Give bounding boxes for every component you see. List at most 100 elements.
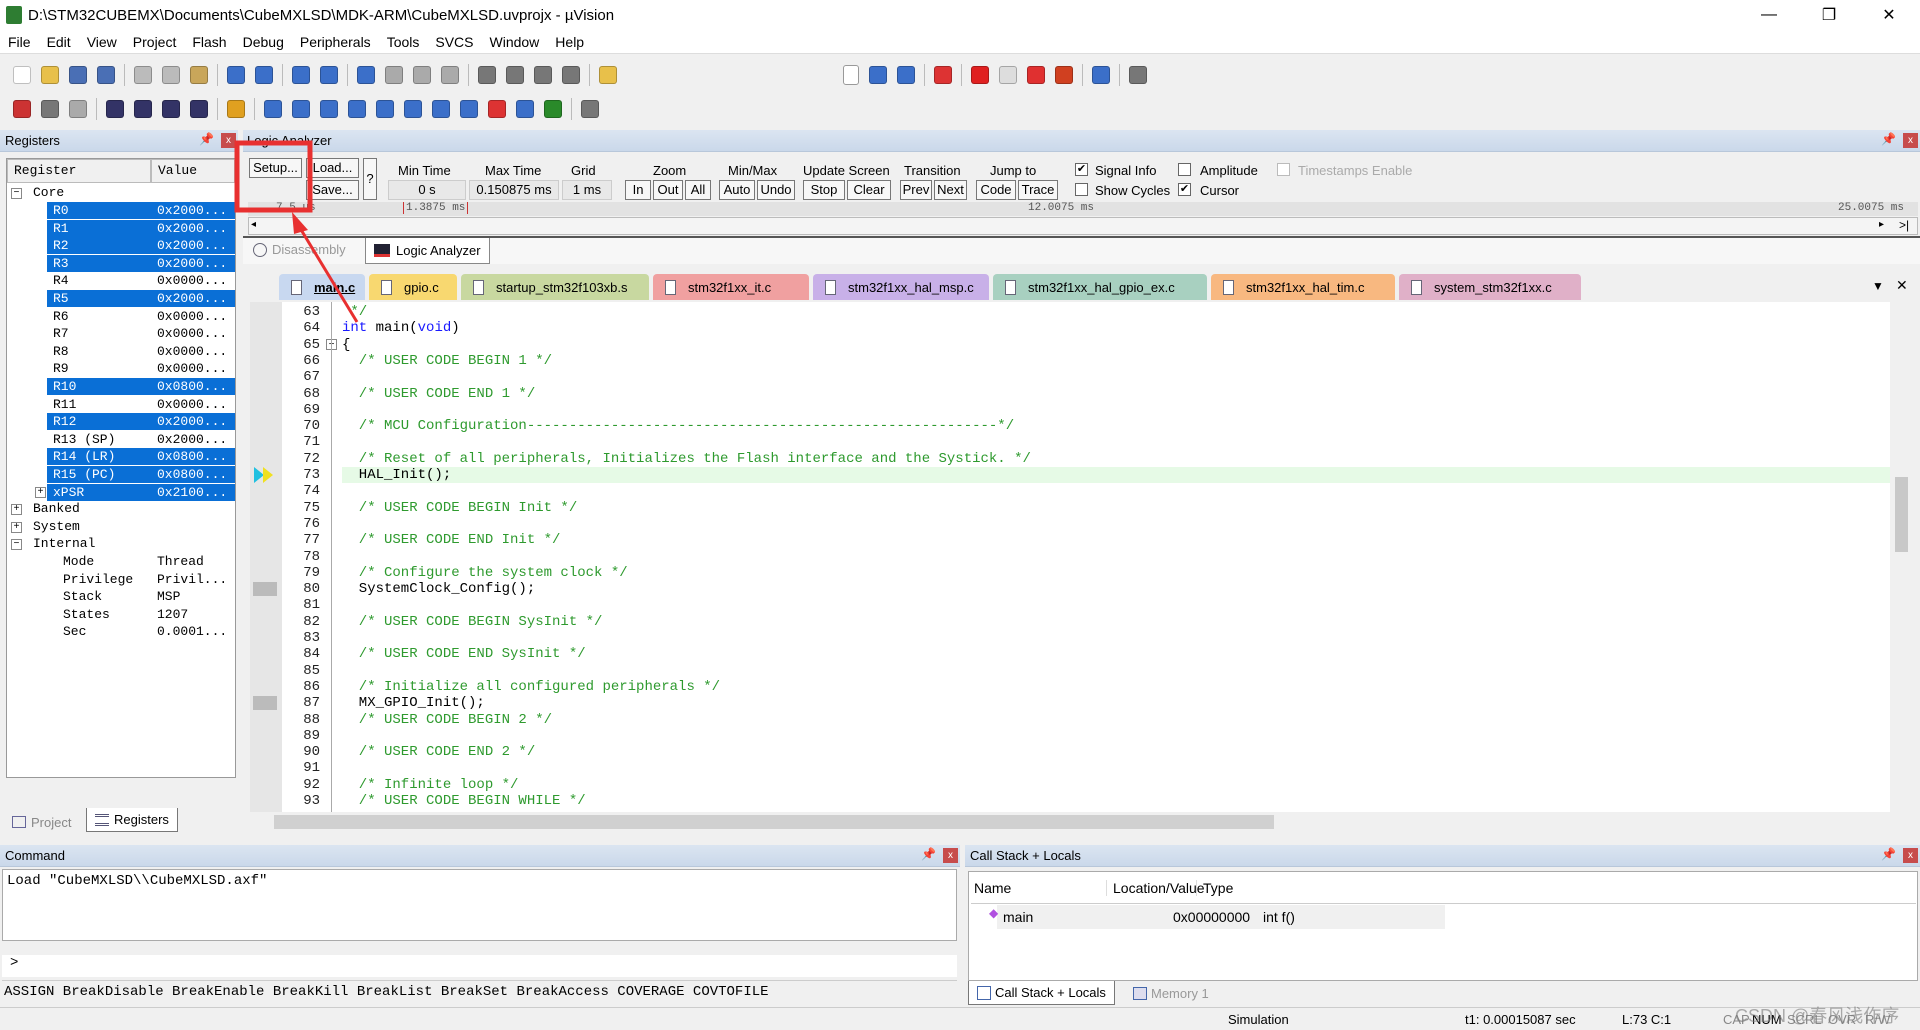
register-row[interactable]: R11 0x0000...: [47, 396, 235, 413]
kill-all-icon[interactable]: [1055, 66, 1073, 84]
step-icon[interactable]: [106, 100, 124, 118]
run-to-cursor-icon[interactable]: [190, 100, 208, 118]
save-icon[interactable]: [69, 66, 87, 84]
save-all-icon[interactable]: [97, 66, 115, 84]
prev-bookmark-icon[interactable]: [385, 66, 403, 84]
register-row[interactable]: xPSR 0x2100...: [47, 483, 235, 501]
code-line[interactable]: 75 /* USER CODE BEGIN Init */: [250, 500, 1890, 516]
tab-logic-analyzer[interactable]: Logic Analyzer: [365, 238, 490, 264]
close-icon[interactable]: x: [1903, 848, 1918, 863]
start-debug-icon[interactable]: [934, 66, 952, 84]
save-button[interactable]: Save...: [306, 180, 359, 200]
find-dropdown[interactable]: [843, 65, 859, 85]
code-line[interactable]: 78: [250, 549, 1890, 565]
code-line[interactable]: 76: [250, 516, 1890, 532]
editor-horizontal-scrollbar[interactable]: [250, 812, 1890, 832]
close-icon[interactable]: x: [1903, 133, 1918, 148]
trace-windows-icon[interactable]: [516, 100, 534, 118]
clear-bookmarks-icon[interactable]: [441, 66, 459, 84]
restore-button[interactable]: ❐: [1800, 0, 1858, 30]
register-group-banked[interactable]: Banked: [33, 501, 80, 516]
file-tab[interactable]: startup_stm32f103xb.s: [461, 274, 649, 300]
code-line[interactable]: 63 */: [250, 304, 1890, 320]
code-line[interactable]: 68 /* USER CODE END 1 */: [250, 386, 1890, 402]
code-line[interactable]: 92 /* Infinite loop */: [250, 777, 1890, 793]
code-line[interactable]: 87 MX_GPIO_Init();: [250, 695, 1890, 711]
stop-icon[interactable]: [69, 100, 87, 118]
zoom-all-button[interactable]: All: [685, 180, 711, 200]
menu-svcs[interactable]: SVCS: [427, 34, 481, 50]
value-column-header[interactable]: Value: [151, 159, 235, 183]
command-window-icon[interactable]: [264, 100, 282, 118]
expand-toggle-icon[interactable]: +: [35, 486, 46, 498]
expand-toggle-icon[interactable]: +: [11, 504, 22, 516]
menu-flash[interactable]: Flash: [184, 34, 234, 50]
comment-icon[interactable]: [534, 66, 552, 84]
register-row[interactable]: R4 0x0000...: [47, 272, 235, 289]
setup-button[interactable]: Setup...: [249, 158, 302, 178]
system-viewer-icon[interactable]: [544, 100, 562, 118]
menu-view[interactable]: View: [79, 34, 125, 50]
cut-icon[interactable]: [134, 66, 152, 84]
register-row[interactable]: R8 0x0000...: [47, 343, 235, 360]
jump-trace-button[interactable]: Trace: [1018, 180, 1058, 200]
load-button[interactable]: Load...: [306, 158, 359, 178]
menu-debug[interactable]: Debug: [235, 34, 292, 50]
code-line[interactable]: 69: [250, 402, 1890, 418]
symbols-window-icon[interactable]: [320, 100, 338, 118]
file-tab[interactable]: system_stm32f1xx.c: [1399, 274, 1581, 300]
register-row[interactable]: R0 0x2000...: [47, 202, 235, 219]
location-column-header[interactable]: Location/Value: [1106, 880, 1205, 896]
register-row[interactable]: R6 0x0000...: [47, 308, 235, 325]
file-tab[interactable]: stm32f1xx_hal_tim.c: [1211, 274, 1395, 300]
tab-project[interactable]: Project: [4, 810, 79, 834]
code-line[interactable]: 88 /* USER CODE BEGIN 2 */: [250, 712, 1890, 728]
code-line[interactable]: 89: [250, 728, 1890, 744]
type-column-header[interactable]: Type: [1196, 880, 1233, 896]
file-tab[interactable]: stm32f1xx_it.c: [653, 274, 809, 300]
expand-toggle-icon[interactable]: −: [11, 539, 22, 551]
step-over-icon[interactable]: [134, 100, 152, 118]
show-cycles-checkbox[interactable]: [1075, 183, 1088, 196]
zoom-out-button[interactable]: Out: [653, 180, 683, 200]
code-line[interactable]: 66 /* USER CODE BEGIN 1 */: [250, 353, 1890, 369]
disassembly-window-icon[interactable]: [292, 100, 310, 118]
file-tab[interactable]: main.c: [279, 274, 365, 300]
code-line[interactable]: 91: [250, 760, 1890, 776]
copy-icon[interactable]: [162, 66, 180, 84]
cursor-checkbox[interactable]: ✔: [1178, 183, 1191, 196]
menu-peripherals[interactable]: Peripherals: [292, 34, 379, 50]
menu-project[interactable]: Project: [125, 34, 185, 50]
code-line[interactable]: 79 /* Configure the system clock */: [250, 565, 1890, 581]
tab-callstack[interactable]: Call Stack + Locals: [968, 981, 1115, 1005]
close-icon[interactable]: x: [221, 133, 236, 148]
analysis-windows-icon[interactable]: [488, 100, 506, 118]
bookmark-icon[interactable]: [357, 66, 375, 84]
code-line[interactable]: 77 /* USER CODE END Init */: [250, 532, 1890, 548]
vertical-scrollbar[interactable]: [1892, 302, 1910, 812]
register-row[interactable]: R3 0x2000...: [47, 254, 235, 272]
menu-tools[interactable]: Tools: [379, 34, 428, 50]
watch-windows-icon[interactable]: [404, 100, 422, 118]
run-icon[interactable]: [41, 100, 59, 118]
minimize-button[interactable]: —: [1740, 0, 1798, 30]
find-icon[interactable]: [869, 66, 887, 84]
code-line[interactable]: 83: [250, 630, 1890, 646]
register-row[interactable]: R1 0x2000...: [47, 219, 235, 237]
auto-button[interactable]: Auto: [719, 180, 755, 200]
code-line[interactable]: 85: [250, 663, 1890, 679]
configure-icon[interactable]: [1129, 66, 1147, 84]
forward-icon[interactable]: [320, 66, 338, 84]
code-line[interactable]: 73 HAL_Init();: [303, 467, 1890, 484]
tab-memory[interactable]: Memory 1: [1125, 981, 1217, 1005]
step-out-icon[interactable]: [162, 100, 180, 118]
table-row[interactable]: ◆ main 0x00000000 int f(): [989, 905, 1445, 929]
undo-icon[interactable]: [227, 66, 245, 84]
code-line[interactable]: 81: [250, 597, 1890, 613]
paste-icon[interactable]: [190, 66, 208, 84]
next-bookmark-icon[interactable]: [413, 66, 431, 84]
file-tab[interactable]: gpio.c: [369, 274, 457, 300]
close-icon[interactable]: x: [943, 848, 958, 863]
find-in-files-icon[interactable]: [599, 66, 617, 84]
tab-registers[interactable]: Registers: [86, 808, 178, 832]
